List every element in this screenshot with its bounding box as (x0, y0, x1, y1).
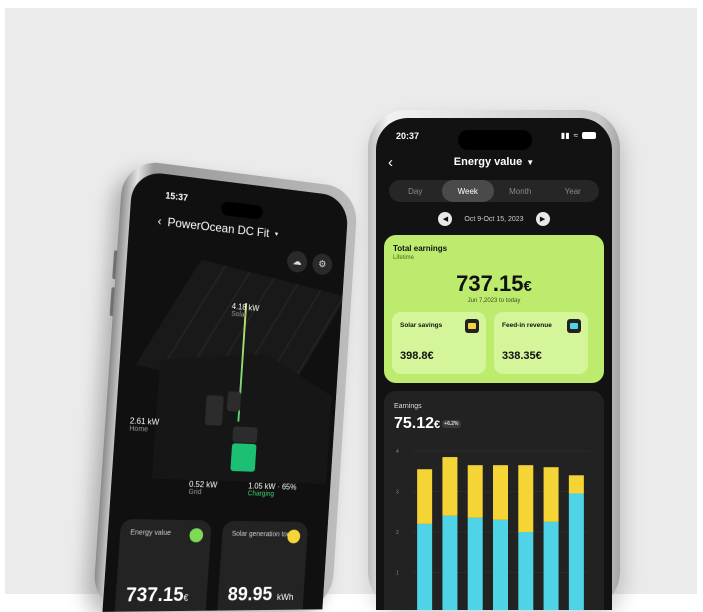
previous-period-button[interactable]: ◀ (438, 212, 453, 226)
right-phone-screen: 20:37 ▮▮ ≈ ‹ Energy value ▼ Day Week Month Y… (376, 118, 612, 610)
solar-savings-card[interactable]: Solar savings 398.8€ (392, 312, 486, 374)
energy-value-amount: 737.15€ (125, 584, 189, 607)
total-earnings-card: Total earnings Lifetime 737.15€ Jun 7,20… (384, 235, 604, 383)
bar-series-2-2[interactable] (442, 457, 458, 516)
left-phone: 15:37 ‹ PowerOcean DC Fit ▾ ☁ ⚙ 4.18 kW … (92, 158, 359, 612)
grid-reading: 0.52 kW Grid (188, 480, 217, 498)
bar-series-2-4[interactable] (493, 465, 508, 520)
date-range: Oct 9-Oct 15, 2023 (464, 215, 524, 223)
home-label: Home (129, 425, 149, 434)
back-icon[interactable]: ‹ (157, 214, 162, 229)
gear-icon[interactable]: ⚙ (311, 252, 333, 276)
signal-icon: ▮▮ (560, 131, 570, 140)
next-period-button[interactable]: ▶ (535, 212, 550, 226)
battery-module (230, 443, 257, 472)
grid-tower-icon (567, 319, 581, 333)
solar-generation-card[interactable]: Solar generation today 89.95 kWh (215, 520, 309, 612)
y-tick-label: 4 (396, 449, 399, 455)
total-earnings-period: Jun 7,2023 to today (467, 298, 521, 304)
sun-icon (286, 529, 301, 544)
earnings-bar-chart: 43210 (396, 449, 589, 610)
solar-savings-label: Solar savings (400, 322, 443, 329)
status-time: 20:37 (396, 131, 420, 141)
grid-label: Grid (188, 488, 202, 497)
total-earnings-value: 737.15€ (456, 271, 532, 296)
chevron-down-icon[interactable]: ▾ (275, 230, 279, 238)
chevron-down-icon: ▼ (526, 158, 535, 167)
inverter-device (204, 394, 224, 426)
meter-device (226, 391, 242, 412)
solar-panel-icon (465, 319, 479, 333)
bar-series-2-6[interactable] (543, 467, 559, 522)
battery-reading: 1.05 kW · 65% Charging (247, 481, 296, 499)
tab-year[interactable]: Year (547, 180, 600, 202)
leaf-icon (189, 528, 204, 543)
tab-day[interactable]: Day (389, 180, 442, 202)
battery-icon (582, 132, 596, 139)
bar-series-2-3[interactable] (467, 465, 483, 518)
home-reading: 2.61 kW Home (129, 416, 159, 435)
y-tick-label: 2 (396, 530, 399, 536)
total-earnings-subtitle: Lifetime (393, 255, 415, 261)
status-icons: ▮▮ ≈ (561, 131, 596, 140)
bar-series-1-1[interactable] (417, 523, 433, 610)
feed-in-revenue-label: Feed-in revenue (502, 322, 552, 329)
feed-in-revenue-card[interactable]: Feed-in revenue 338.35€ (494, 312, 588, 374)
y-tick-label: 3 (396, 490, 399, 496)
date-navigator: ◀ Oct 9-Oct 15, 2023 ▶ (376, 212, 612, 226)
bar-series-1-7[interactable] (568, 493, 584, 610)
total-earnings-title: Total earnings (393, 244, 448, 253)
bar-series-2-5[interactable] (518, 465, 534, 532)
solar-generation-amount: 89.95 kWh (227, 584, 294, 606)
tab-month[interactable]: Month (494, 180, 547, 202)
bar-series-1-3[interactable] (467, 517, 483, 610)
bar-series-1-2[interactable] (442, 515, 458, 610)
bar-series-1-5[interactable] (518, 532, 534, 610)
wifi-icon: ≈ (573, 131, 578, 140)
cloud-icon[interactable]: ☁ (286, 249, 308, 274)
bar-series-1-4[interactable] (493, 519, 508, 610)
page-title[interactable]: Energy value ▼ (376, 156, 612, 168)
device-header: ‹ PowerOcean DC Fit ▾ (157, 214, 278, 241)
dynamic-island (458, 130, 532, 150)
feed-in-revenue-value: 338.35€ (502, 350, 542, 362)
solar-savings-value: 398.8€ (400, 350, 434, 362)
bar-series-2-7[interactable] (568, 475, 584, 494)
solar-reading: 4.18 kW Solar (231, 302, 260, 321)
battery-top (232, 426, 258, 444)
header-actions: ☁ ⚙ (286, 249, 333, 276)
bar-series-1-6[interactable] (543, 521, 559, 610)
energy-value-card[interactable]: Energy value 737.15€ (113, 518, 212, 612)
y-tick-label: 1 (396, 571, 399, 577)
period-tabs: Day Week Month Year (389, 180, 599, 202)
tab-week[interactable]: Week (441, 180, 494, 202)
right-phone: 20:37 ▮▮ ≈ ‹ Energy value ▼ Day Week Month Y… (368, 110, 620, 610)
left-phone-screen: 15:37 ‹ PowerOcean DC Fit ▾ ☁ ⚙ 4.18 kW … (102, 169, 349, 612)
status-time: 15:37 (165, 190, 189, 204)
battery-status: Charging (247, 490, 275, 499)
bar-series-2-1[interactable] (417, 469, 433, 524)
dynamic-island (220, 201, 263, 220)
earnings-chart-card: Earnings 75.12€+6.2% 43210 (384, 391, 604, 610)
